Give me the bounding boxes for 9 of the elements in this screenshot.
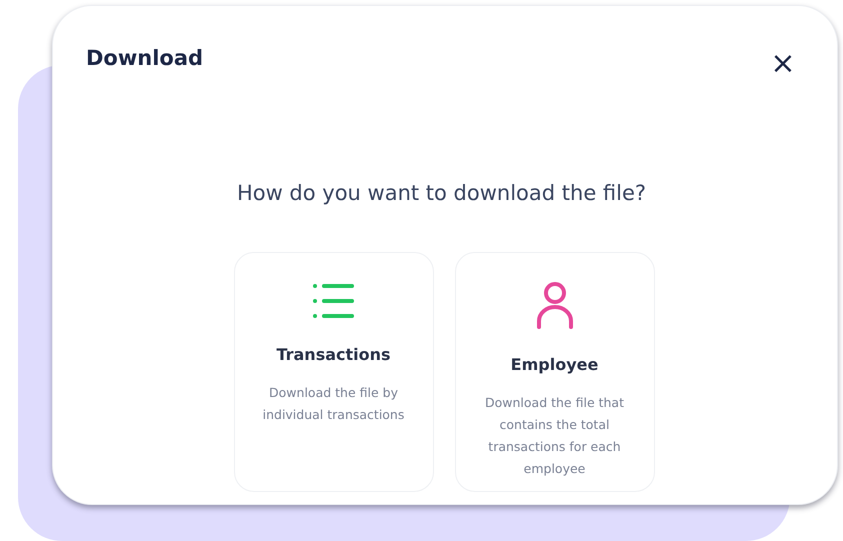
- option-title: Transactions: [276, 345, 391, 364]
- dialog-title: Download: [86, 45, 204, 72]
- option-description: Download the file by individual transactions: [262, 384, 406, 424]
- option-description: Download the file that contains the total transactions for each employee: [484, 394, 625, 478]
- option-title: Employee: [510, 355, 598, 374]
- question-text: How do you want to download the file?: [236, 180, 648, 207]
- option-card[interactable]: Employee Download the file that contains the total transactions for each employee: [454, 252, 654, 492]
- close-button[interactable]: ×: [769, 50, 797, 78]
- option-card[interactable]: Transactions Download the file by individual transactions: [234, 252, 434, 492]
